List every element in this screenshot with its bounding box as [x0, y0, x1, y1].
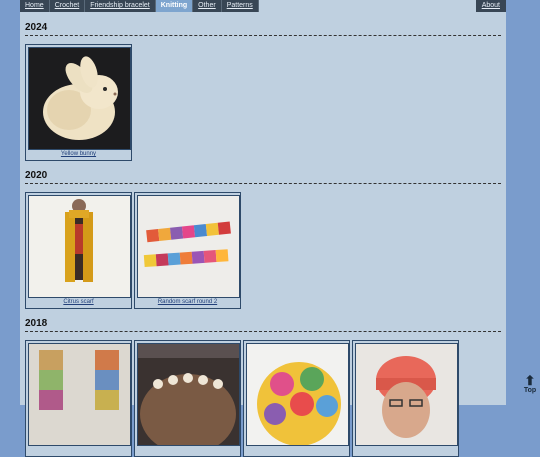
gallery-item[interactable]: Random scarf round 2 — [134, 192, 241, 309]
main-nav: Home Crochet Friendship bracelet Knittin… — [20, 0, 259, 12]
photo-yellow-bunny[interactable] — [28, 47, 131, 150]
photo-knitted-ball[interactable] — [246, 343, 349, 446]
nav-about[interactable]: About — [475, 0, 506, 12]
section-heading-2024: 2024 — [25, 22, 501, 36]
gallery-item[interactable] — [243, 340, 350, 457]
gallery-item[interactable]: Yellow bunny — [25, 44, 132, 161]
gallery-item[interactable] — [25, 340, 132, 457]
photo-random-scarf-round-2[interactable] — [137, 195, 240, 298]
nav-right: About — [475, 0, 506, 12]
caption-citrus-scarf[interactable]: Citrus scarf — [26, 299, 131, 305]
gallery-item[interactable] — [352, 340, 459, 457]
nav-crochet[interactable]: Crochet — [49, 0, 86, 12]
nav-friendship-bracelet[interactable]: Friendship bracelet — [85, 0, 156, 12]
section-heading-2020: 2020 — [25, 170, 501, 184]
nav-knitting[interactable]: Knitting — [155, 0, 194, 12]
nav-patterns[interactable]: Patterns — [221, 0, 259, 12]
arrow-up-icon: ⬆ — [524, 373, 536, 388]
caption-yellow-bunny[interactable]: Yellow bunny — [26, 151, 131, 157]
gallery-item[interactable]: Citrus scarf — [25, 192, 132, 309]
photo-patchwork-scarf[interactable] — [28, 343, 131, 446]
photo-knitted-hat-brown[interactable] — [137, 343, 240, 446]
section-heading-2018: 2018 — [25, 318, 501, 332]
top-label: Top — [523, 387, 537, 394]
photo-citrus-scarf[interactable] — [28, 195, 131, 298]
nav-home[interactable]: Home — [20, 0, 50, 12]
photo-red-hat[interactable] — [355, 343, 458, 446]
nav-other[interactable]: Other — [193, 0, 222, 12]
back-to-top-button[interactable]: ⬆ Top — [520, 374, 540, 400]
gallery-item[interactable] — [134, 340, 241, 457]
page-content: Home Crochet Friendship bracelet Knittin… — [20, 0, 506, 457]
caption-random-scarf-round-2[interactable]: Random scarf round 2 — [135, 299, 240, 305]
